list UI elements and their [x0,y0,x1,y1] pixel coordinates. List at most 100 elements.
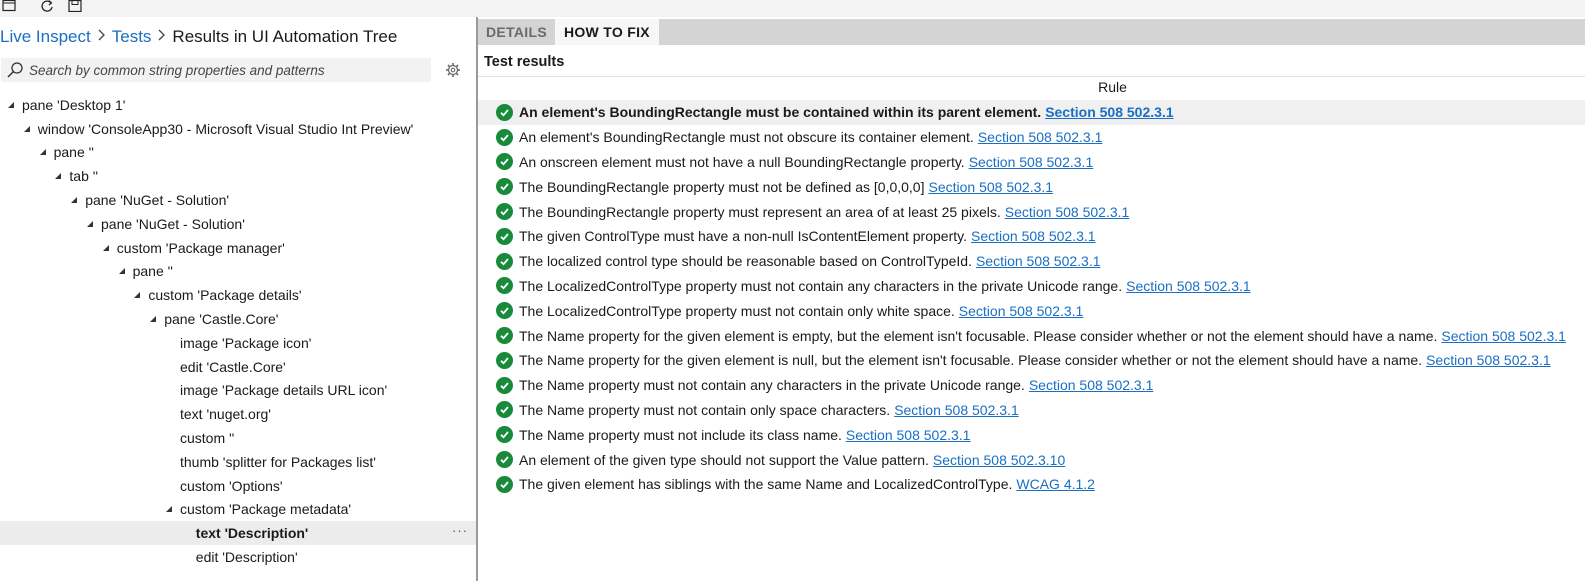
expanded-triangle-icon[interactable] [20,122,34,136]
standard-link[interactable]: WCAG 4.1.2 [1016,476,1095,492]
divider [478,76,1585,77]
rule-description: An element of the given type should not … [519,451,929,468]
tree-node-label: pane 'Desktop 1' [22,96,126,113]
rule-description: The Name property must not contain only … [519,401,891,418]
tree-node[interactable]: image 'Package icon' [0,331,476,355]
column-header-rule[interactable]: Rule [478,79,1585,99]
result-row[interactable]: The Name property for the given element … [496,323,1585,348]
rule-description: The Name property must not include its c… [519,426,842,443]
rule-description: An element's BoundingRectangle must not … [519,129,974,146]
result-row[interactable]: The Name property must not include its c… [496,422,1585,447]
result-row[interactable]: An onscreen element must not have a null… [496,150,1585,175]
tree-node[interactable]: text 'Description' ··· [0,521,476,546]
pass-check-icon [496,128,513,146]
standard-link[interactable]: Section 508 502.3.1 [846,427,971,443]
save-icon[interactable] [68,0,82,12]
rule-description: The BoundingRectangle property must not … [519,178,925,195]
tree-node[interactable]: pane 'Castle.Core' [0,307,476,331]
tree-node[interactable]: custom 'Options' [0,474,476,498]
tree-node-label: edit 'Description' [195,549,298,566]
rule-description: The localized control type should be rea… [519,253,972,270]
tree-node[interactable]: custom 'Package details' [0,283,476,307]
tree-node[interactable]: edit 'Description' [0,545,476,569]
result-row[interactable]: The LocalizedControlType property must n… [496,298,1585,323]
tree-node[interactable]: thumb 'splitter for Packages list' [0,450,476,474]
standard-link[interactable]: Section 508 502.3.1 [976,253,1101,269]
window-icon[interactable] [2,0,16,12]
result-row[interactable]: The Name property must not contain any c… [496,373,1585,398]
breadcrumb-tests[interactable]: Tests [112,27,152,47]
standard-link[interactable]: Section 508 502.3.1 [1005,204,1130,220]
result-row[interactable]: The BoundingRectangle property must not … [496,174,1585,199]
rule-description: The given element has siblings with the … [519,476,1013,493]
tree-node[interactable]: tab '' [0,164,476,188]
standard-link[interactable]: Section 508 502.3.1 [894,402,1019,418]
tree-pane: Live Inspect Tests Results in UI Automat… [0,17,476,581]
result-row[interactable]: An element's BoundingRectangle must be c… [478,100,1585,125]
tree-node[interactable]: custom '' [0,426,476,450]
rule-description: The Name property for the given element … [519,327,1438,344]
tree-node[interactable]: custom 'Package metadata' [0,498,476,522]
expanded-triangle-icon[interactable] [36,145,50,159]
rule-description: The Name property must not contain any c… [519,377,1025,394]
result-row[interactable]: The Name property for the given element … [496,348,1585,373]
expanded-triangle-icon[interactable] [4,98,18,112]
tree-node[interactable]: pane '' [0,141,476,165]
rule-description: The BoundingRectangle property must repr… [519,203,1001,220]
tree-node[interactable]: pane 'Desktop 1' [0,93,476,117]
standard-link[interactable]: Section 508 502.3.1 [1441,328,1566,344]
toolbar [0,0,1585,17]
tree-node[interactable]: text 'nuget.org' [0,402,476,426]
standard-link[interactable]: Section 508 502.3.1 [969,154,1094,170]
standard-link[interactable]: Section 508 502.3.1 [978,129,1103,145]
result-row[interactable]: An element of the given type should not … [496,447,1585,472]
standard-link[interactable]: Section 508 502.3.1 [1045,104,1173,120]
gear-icon[interactable] [444,61,462,79]
standard-link[interactable]: Section 508 502.3.1 [959,303,1084,319]
tab-how-to-fix[interactable]: HOW TO FIX [554,19,659,45]
expanded-triangle-icon[interactable] [51,169,65,183]
tree-node[interactable]: window 'ConsoleApp30 - Microsoft Visual … [0,117,476,141]
standard-link[interactable]: Section 508 502.3.10 [933,452,1065,468]
expanded-triangle-icon[interactable] [115,264,129,278]
standard-link[interactable]: Section 508 502.3.1 [1126,278,1251,294]
tree-node-label: pane 'NuGet - Solution' [85,192,230,209]
result-row[interactable]: The localized control type should be rea… [496,249,1585,274]
chevron-right-icon [97,28,106,46]
search-input[interactable] [29,62,419,78]
result-row[interactable]: The LocalizedControlType property must n… [496,274,1585,299]
standard-link[interactable]: Section 508 502.3.1 [1029,377,1154,393]
refresh-icon[interactable] [40,0,54,12]
expanded-triangle-icon[interactable] [99,241,113,255]
breadcrumb: Live Inspect Tests Results in UI Automat… [0,25,397,49]
tree-node-label: thumb 'splitter for Packages list' [180,453,376,470]
expanded-triangle-icon[interactable] [130,288,144,302]
result-row[interactable]: The given element has siblings with the … [496,472,1585,497]
tree-node-label: image 'Package details URL icon' [180,382,388,399]
tree-node[interactable]: pane 'NuGet - Solution' [0,212,476,236]
tree-node[interactable]: pane 'NuGet - Solution' [0,188,476,212]
tree-node[interactable]: edit 'Castle.Core' [0,355,476,379]
tab-details[interactable]: DETAILS [478,19,555,45]
standard-link[interactable]: Section 508 502.3.1 [971,228,1096,244]
standard-link[interactable]: Section 508 502.3.1 [929,179,1054,195]
result-row[interactable]: The BoundingRectangle property must repr… [496,199,1585,224]
breadcrumb-live-inspect[interactable]: Live Inspect [0,27,91,47]
expanded-triangle-icon[interactable] [146,312,160,326]
tree-node[interactable]: pane '' [0,260,476,284]
expanded-triangle-icon[interactable] [83,217,97,231]
expanded-triangle-icon[interactable] [67,193,81,207]
standard-link[interactable]: Section 508 502.3.1 [1426,352,1551,368]
expanded-triangle-icon[interactable] [162,502,176,516]
result-row[interactable]: The given ControlType must have a non-nu… [496,224,1585,249]
result-row[interactable]: An element's BoundingRectangle must not … [496,125,1585,150]
tree-node[interactable]: image 'Package details URL icon' [0,379,476,403]
result-row[interactable]: The Name property must not contain only … [496,398,1585,423]
tree-node[interactable]: custom 'Package manager' [0,236,476,260]
tree-node-label: image 'Package icon' [180,334,312,351]
more-options-button[interactable]: ··· [452,523,468,538]
tree-node-label: edit 'Castle.Core' [180,358,286,375]
